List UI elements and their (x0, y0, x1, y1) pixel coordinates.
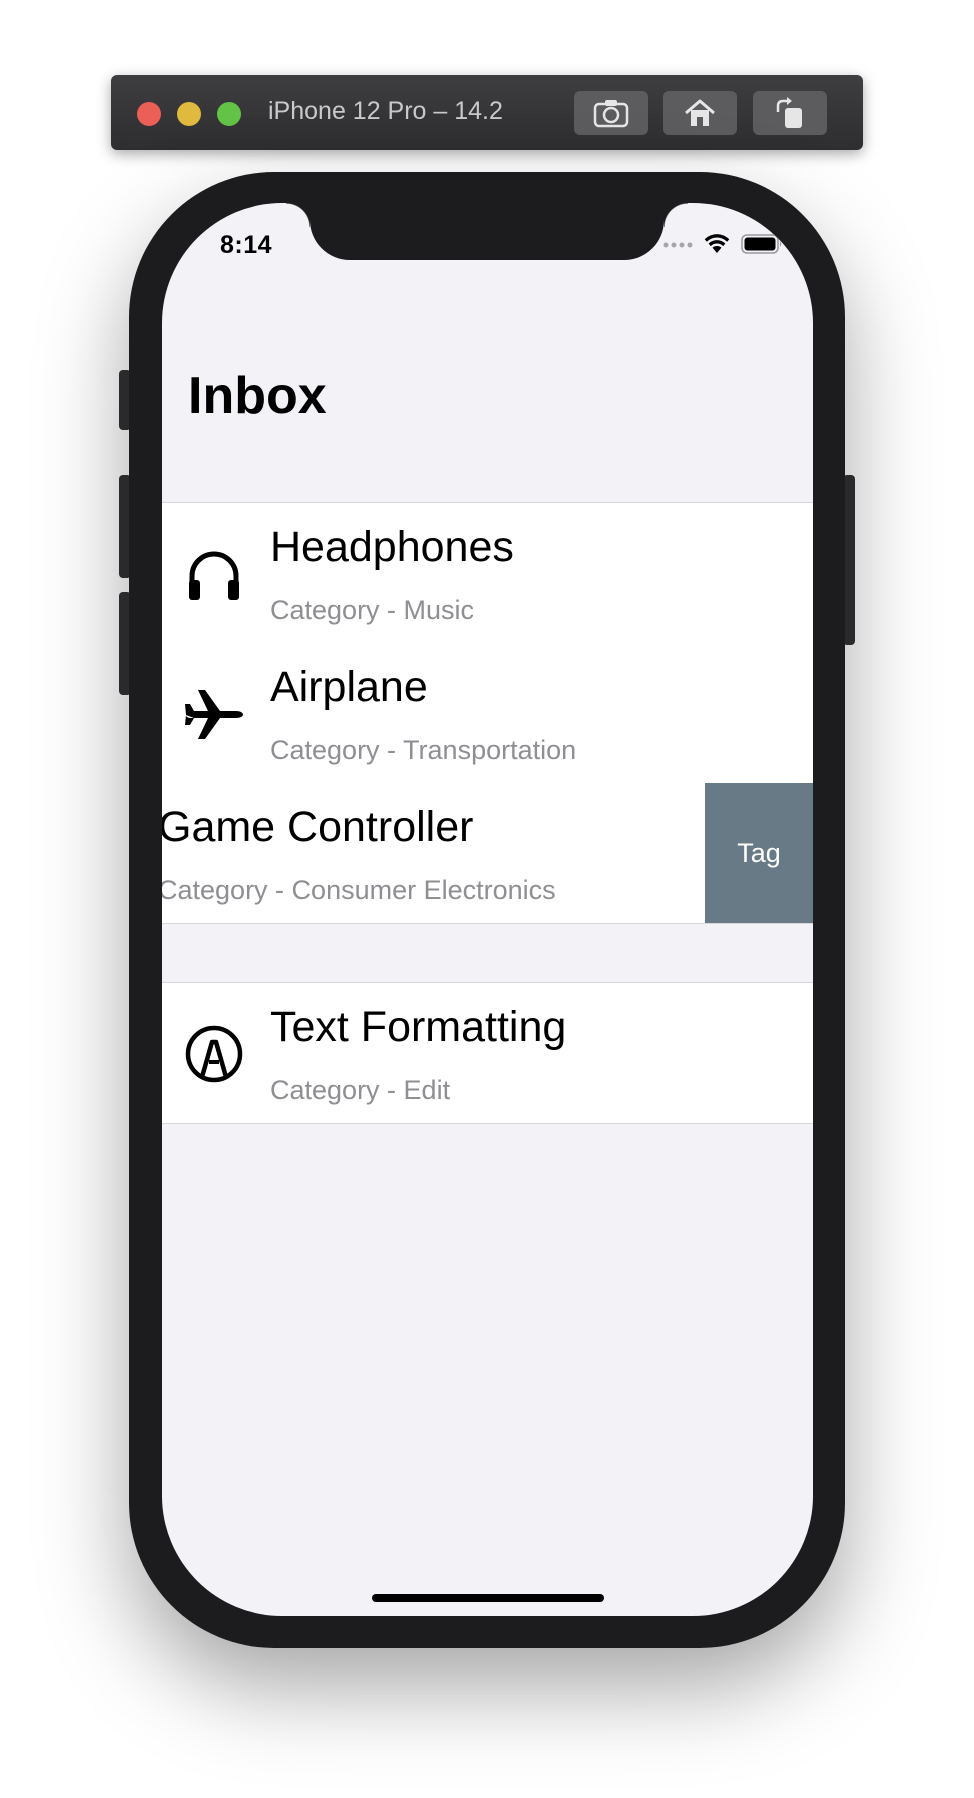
home-button[interactable] (663, 91, 737, 135)
minimize-window-button[interactable] (177, 102, 201, 126)
item-title: Airplane (270, 663, 428, 711)
item-subtitle: Category - Transportation (270, 735, 577, 765)
page-title: Inbox (188, 367, 327, 425)
zoom-window-button[interactable] (217, 102, 241, 126)
list-item[interactable]: Text Formatting Category - Edit (162, 983, 813, 1123)
status-icons (663, 233, 783, 255)
home-indicator[interactable] (372, 1594, 604, 1602)
list-section: Headphones Category - Music Airplane Cat… (162, 502, 813, 924)
item-title: Game Controller (162, 803, 474, 851)
simulator-title: iPhone 12 Pro – 14.2 (268, 97, 503, 125)
phone-screen: 8:14 Inbox Headphones Category - Music A… (162, 203, 813, 1616)
tag-action-button[interactable]: Tag (705, 783, 813, 923)
item-subtitle: Category - Consumer Electronics (162, 875, 556, 905)
list-section: Text Formatting Category - Edit (162, 982, 813, 1124)
list-item[interactable]: Game Controller Category - Consumer Elec… (162, 783, 813, 923)
airplane-icon (185, 690, 243, 739)
screenshot-button[interactable] (574, 91, 648, 135)
notch (286, 203, 688, 260)
item-subtitle: Category - Edit (270, 1075, 451, 1105)
item-subtitle: Category - Music (270, 595, 475, 625)
simulator-toolbar: iPhone 12 Pro – 14.2 (111, 75, 863, 150)
rotate-button[interactable] (753, 91, 827, 135)
wifi-icon (704, 234, 730, 253)
status-time: 8:14 (220, 231, 273, 259)
item-title: Text Formatting (270, 1003, 567, 1051)
rotate-icon (776, 97, 802, 128)
home-icon (685, 99, 715, 126)
item-title: Headphones (270, 523, 514, 571)
list-item[interactable]: Headphones Category - Music (162, 503, 813, 643)
simulator-window: iPhone 12 Pro – 14.2 8:14 Inbox Headphon… (0, 0, 974, 1798)
headphones-icon (189, 551, 239, 600)
screenshot-icon (593, 100, 629, 128)
list-item[interactable]: Airplane Category - Transportation (162, 643, 813, 783)
cellular-icon (663, 242, 693, 248)
swiped-row-content: Game Controller Category - Consumer Elec… (162, 783, 701, 923)
close-window-button[interactable] (137, 102, 161, 126)
textformat-icon (185, 1025, 243, 1083)
battery-icon (741, 234, 782, 254)
